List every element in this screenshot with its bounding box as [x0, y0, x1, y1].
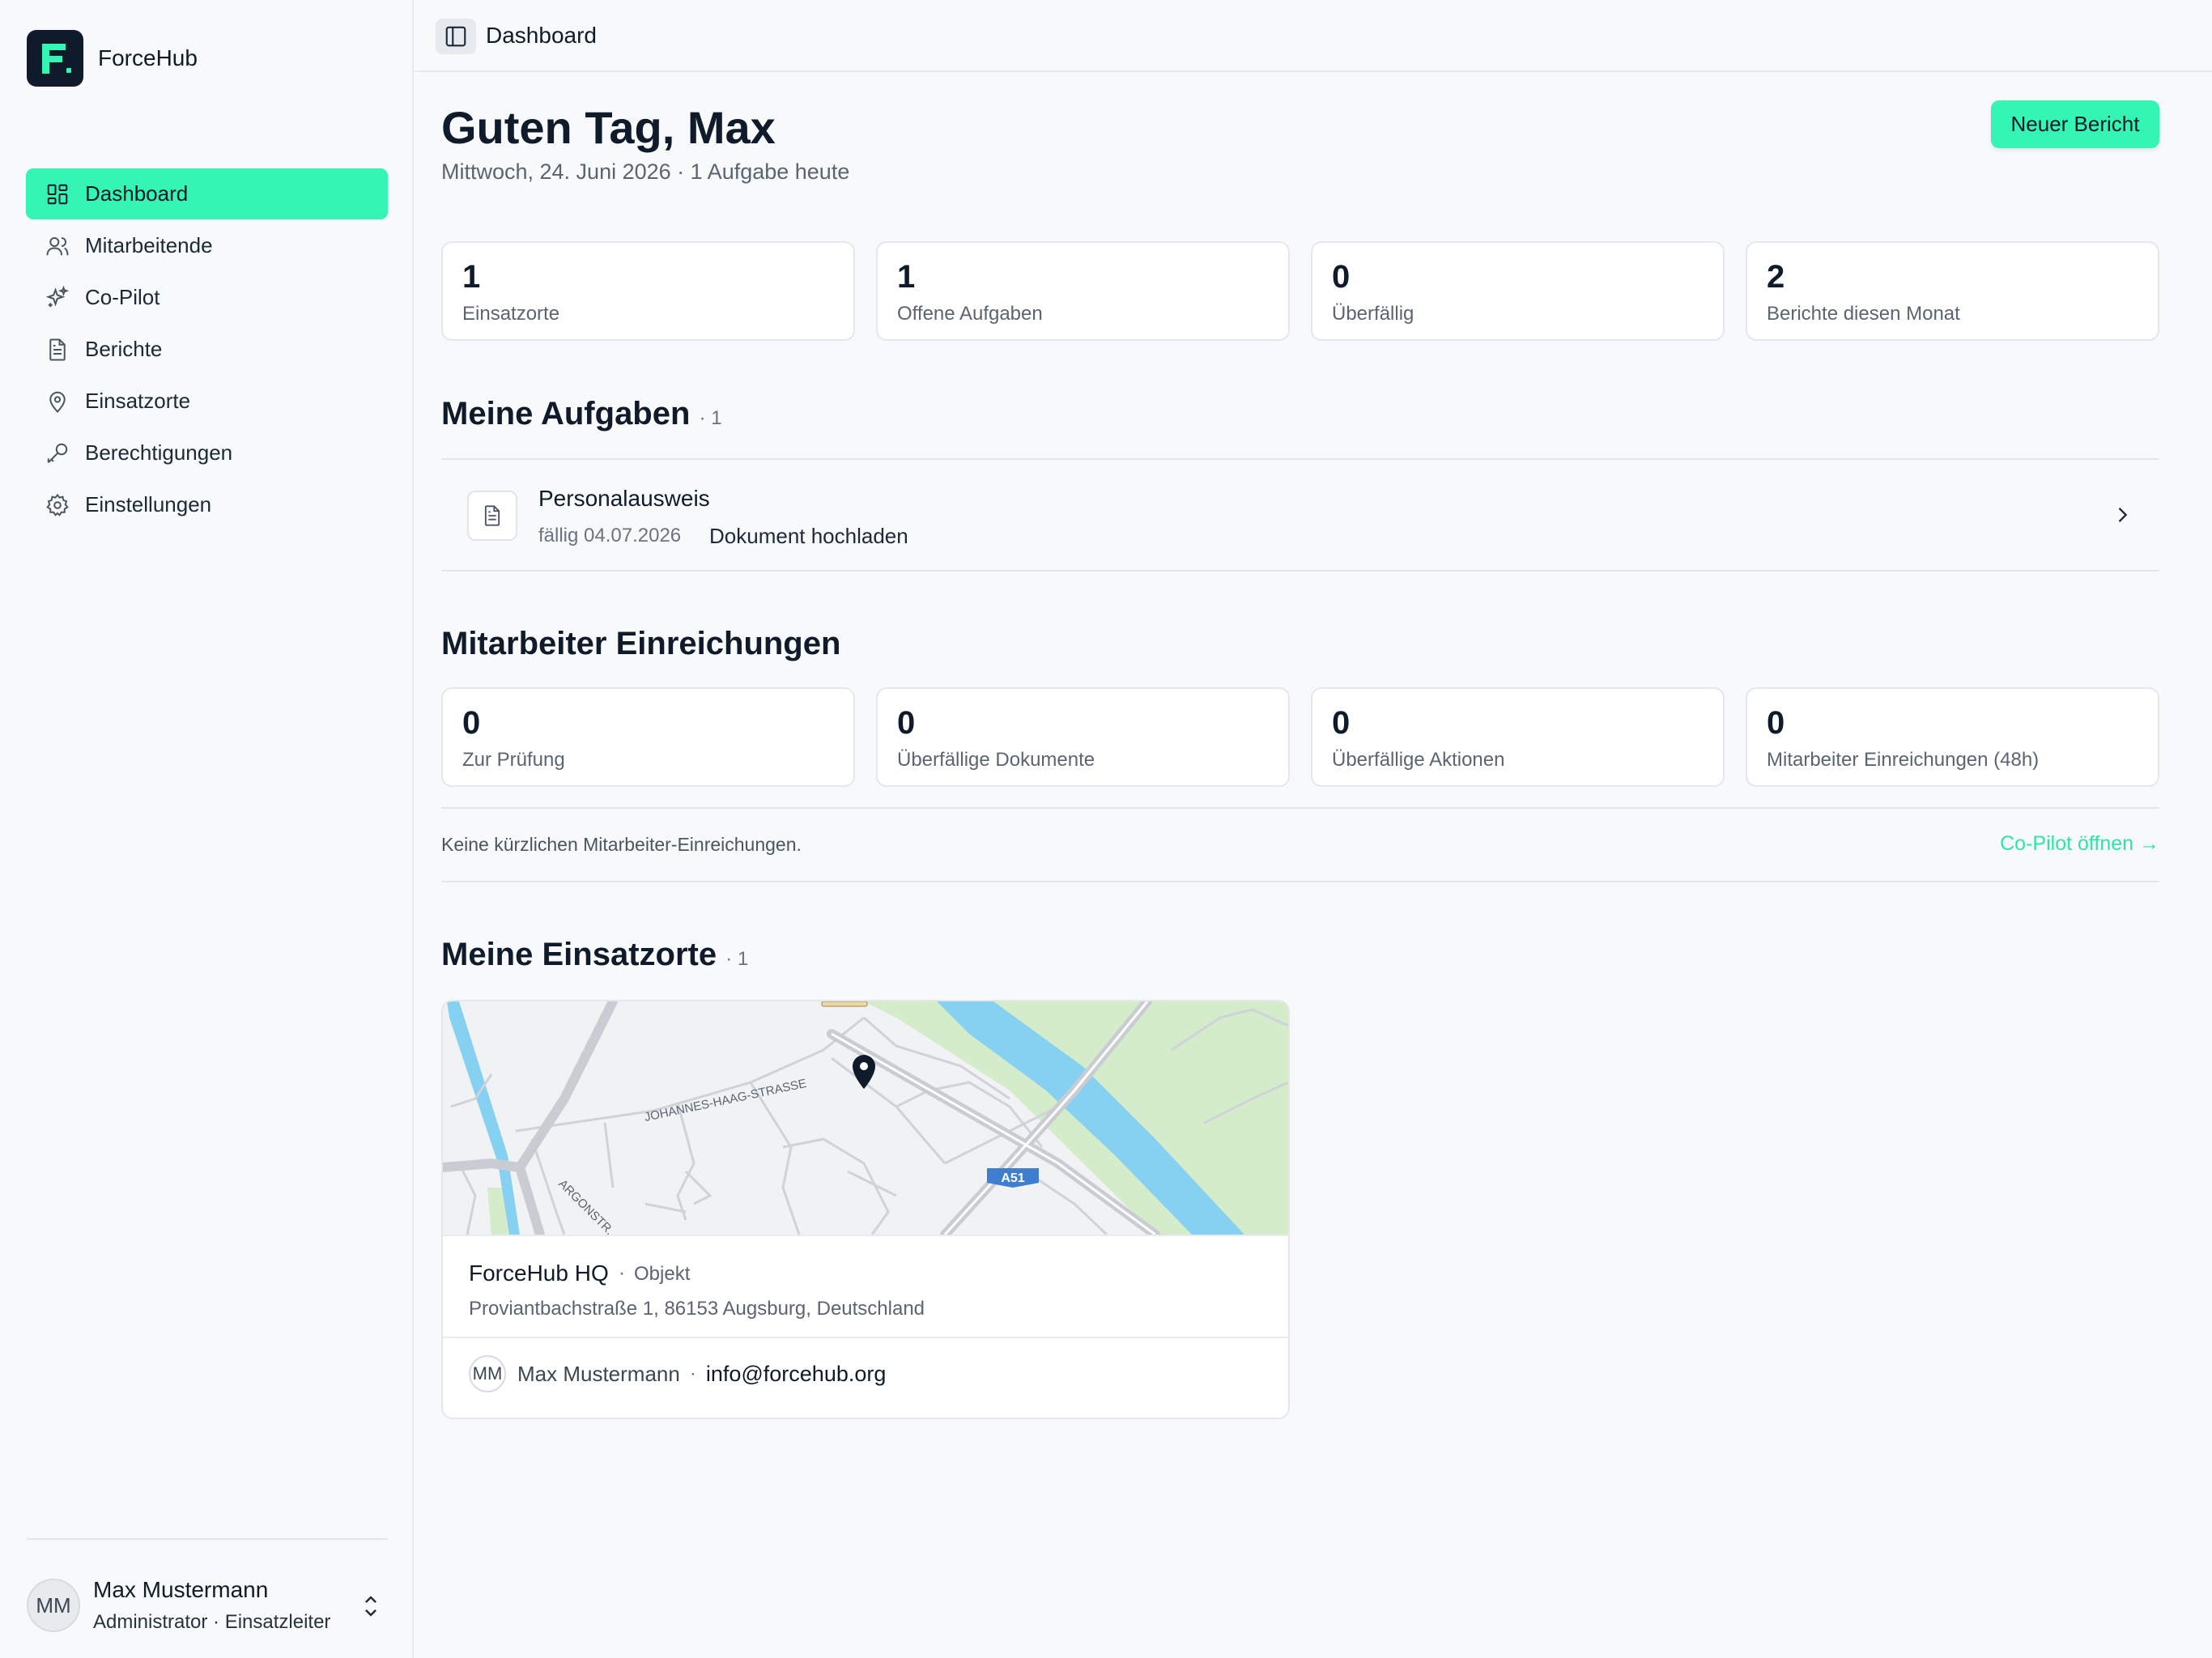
submission-stats: 0 Zur Prüfung 0 Überfällige Dokumente 0 … — [441, 687, 2159, 787]
site-type: Objekt — [634, 1263, 691, 1285]
breadcrumb: Dashboard — [486, 23, 597, 48]
road-shield-label: A51 — [1001, 1171, 1024, 1185]
stat-label: Zur Prüfung — [462, 749, 565, 771]
user-menu[interactable]: MM Max Mustermann Administrator · Einsat… — [27, 1577, 388, 1634]
forcehub-logo-icon — [27, 30, 83, 87]
user-role: Administrator · Einsatzleiter — [93, 1611, 331, 1633]
sidebar-nav: Dashboard Mitarbeitende Co-Pilot Bericht… — [26, 168, 388, 531]
document-icon — [49, 338, 66, 360]
sidebar-item-berichte[interactable]: Berichte — [26, 324, 388, 375]
sidebar-item-label: Mitarbeitende — [85, 233, 213, 257]
stat-label: Überfällig — [1332, 303, 1414, 325]
divider — [441, 881, 2159, 882]
map-label-marker — [821, 1001, 868, 1007]
site-card[interactable]: JOHANNES-HAAG-STRASSE ARGONSTR. A51 Forc… — [441, 1000, 1290, 1419]
users-icon — [46, 236, 69, 255]
sidebar-item-einsatzorte[interactable]: Einsatzorte — [26, 376, 388, 427]
stat-label: Offene Aufgaben — [897, 303, 1043, 325]
sidebar-toggle-button[interactable] — [436, 19, 476, 54]
key-icon — [47, 443, 68, 463]
open-copilot-link[interactable]: Co-Pilot öffnen → — [2000, 832, 2159, 856]
sidebar-item-dashboard[interactable]: Dashboard — [26, 168, 388, 219]
sidebar-item-berechtigungen[interactable]: Berechtigungen — [26, 427, 388, 478]
section-title-submissions: Mitarbeiter Einreichungen — [441, 626, 840, 662]
task-row[interactable]: Personalausweis fällig 04.07.2026 Dokume… — [441, 460, 2159, 570]
sidebar-item-einstellungen[interactable]: Einstellungen — [26, 479, 388, 530]
site-map[interactable]: JOHANNES-HAAG-STRASSE ARGONSTR. A51 — [443, 1001, 1288, 1235]
separator-dot: · — [689, 1363, 696, 1384]
sidebar: ForceHub Dashboard Mitarbeitende Co-Pilo… — [0, 0, 414, 1658]
brand-name: ForceHub — [98, 45, 198, 70]
stat-value: 0 — [897, 705, 916, 741]
stat-card-einreichungen-48h[interactable]: 0 Mitarbeiter Einreichungen (48h) — [1746, 687, 2159, 787]
sidebar-item-label: Berichte — [85, 337, 163, 361]
sidebar-item-co-pilot[interactable]: Co-Pilot — [26, 272, 388, 323]
stat-card-berichte[interactable]: 2 Berichte diesen Monat — [1746, 241, 2159, 341]
stat-value: 0 — [1332, 705, 1351, 741]
avatar: MM — [469, 1355, 506, 1392]
sidebar-item-mitarbeitende[interactable]: Mitarbeitende — [26, 220, 388, 271]
section-title-sites: Meine Einsatzorte · 1 — [441, 937, 748, 973]
topbar: Dashboard — [415, 0, 2212, 72]
section-count: · 1 — [699, 407, 722, 429]
sparkles-icon — [45, 285, 70, 307]
stat-value: 0 — [1767, 705, 1785, 741]
stat-value: 2 — [1767, 259, 1785, 295]
brand[interactable]: ForceHub — [27, 30, 198, 87]
stat-card-einsatzorte[interactable]: 1 Einsatzorte — [441, 241, 855, 341]
chevron-right-icon — [2118, 508, 2128, 522]
sidebar-toggle-icon — [445, 26, 466, 47]
site-info: ForceHub HQ · Objekt Proviantbachstraße … — [443, 1235, 1288, 1338]
avatar: MM — [27, 1579, 80, 1632]
sidebar-item-label: Einstellungen — [85, 492, 212, 517]
stat-value: 1 — [897, 259, 916, 295]
divider — [441, 570, 2159, 572]
section-title-text: Meine Einsatzorte — [441, 937, 717, 972]
stat-label: Überfällige Aktionen — [1332, 749, 1505, 771]
sidebar-item-label: Einsatzorte — [85, 389, 191, 413]
stat-value: 0 — [462, 705, 481, 741]
section-title-tasks: Meine Aufgaben · 1 — [441, 396, 722, 432]
stat-value: 0 — [1332, 259, 1351, 295]
divider — [441, 807, 2159, 809]
stat-card-zur-pruefung[interactable]: 0 Zur Prüfung — [441, 687, 855, 787]
section-title-text: Mitarbeiter Einreichungen — [441, 626, 841, 661]
task-due-date: fällig 04.07.2026 — [538, 525, 682, 546]
site-contact: MM Max Mustermann · info@forcehub.org — [469, 1355, 887, 1392]
section-title-text: Meine Aufgaben — [441, 396, 691, 432]
contact-email-link[interactable]: info@forcehub.org — [706, 1362, 887, 1387]
empty-state-text: Keine kürzlichen Mitarbeiter-Einreichung… — [441, 834, 802, 855]
site-address: Proviantbachstraße 1, 86153 Augsburg, De… — [469, 1298, 925, 1320]
sidebar-item-label: Co-Pilot — [85, 285, 160, 309]
sidebar-divider — [27, 1538, 388, 1540]
site-name: ForceHub HQ — [469, 1261, 609, 1286]
page-subtitle: Mittwoch, 24. Juni 2026 · 1 Aufgabe heut… — [441, 159, 850, 184]
stat-value: 1 — [462, 259, 481, 295]
sidebar-item-label: Berechtigungen — [85, 440, 233, 465]
user-name: Max Mustermann — [93, 1577, 269, 1602]
task-title: Personalausweis — [538, 486, 710, 511]
stat-label: Überfällige Dokumente — [897, 749, 1095, 771]
stat-card-ueberfaellig[interactable]: 0 Überfällig — [1311, 241, 1725, 341]
document-icon — [467, 491, 517, 541]
sidebar-item-label: Dashboard — [85, 181, 189, 206]
dashboard-icon — [47, 184, 68, 204]
overview-stats: 1 Einsatzorte 1 Offene Aufgaben 0 Überfä… — [441, 241, 2159, 341]
contact-name: Max Mustermann — [517, 1361, 680, 1386]
stat-card-ueberfaellige-dokumente[interactable]: 0 Überfällige Dokumente — [876, 687, 1290, 787]
task-action: Dokument hochladen — [709, 524, 908, 548]
map-pin-icon — [49, 391, 66, 413]
stat-label: Einsatzorte — [462, 303, 560, 325]
page-title: Guten Tag, Max — [441, 102, 776, 153]
stat-card-ueberfaellige-aktionen[interactable]: 0 Überfällige Aktionen — [1311, 687, 1725, 787]
section-count: · 1 — [725, 948, 749, 970]
new-report-button[interactable]: Neuer Bericht — [1991, 100, 2159, 148]
stat-card-offene-aufgaben[interactable]: 1 Offene Aufgaben — [876, 241, 1290, 341]
chevron-up-down-icon[interactable] — [359, 1592, 383, 1620]
separator-dot: · — [619, 1262, 625, 1284]
stat-label: Berichte diesen Monat — [1767, 303, 1960, 325]
stat-label: Mitarbeiter Einreichungen (48h) — [1767, 749, 2040, 771]
gear-icon — [46, 493, 69, 517]
